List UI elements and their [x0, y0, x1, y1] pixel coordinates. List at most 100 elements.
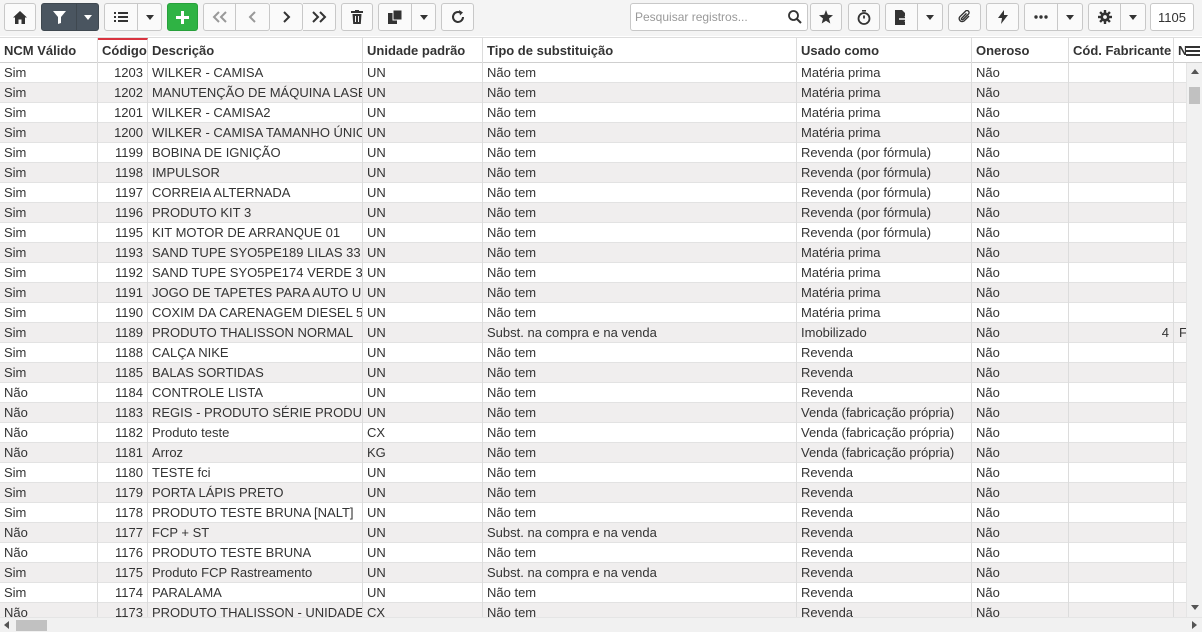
table-row[interactable]: Sim 1193 SAND TUPE SYO5PE189 LILAS 33 UN…: [0, 243, 1186, 263]
table-row[interactable]: Não 1184 CONTROLE LISTA UN Não tem Reven…: [0, 383, 1186, 403]
cell-unidade-padrao: KG: [363, 443, 483, 463]
first-page-icon: [212, 11, 227, 23]
table-row[interactable]: Sim 1189 PRODUTO THALISSON NORMAL UN Sub…: [0, 323, 1186, 343]
cell-codigo: 1182: [98, 423, 148, 443]
column-header-codigo[interactable]: Código: [98, 38, 148, 63]
table-row[interactable]: Sim 1178 PRODUTO TESTE BRUNA [NALT] UN N…: [0, 503, 1186, 523]
table-row[interactable]: Sim 1202 MANUTENÇÃO DE MÁQUINA LASER UN …: [0, 83, 1186, 103]
column-header-descricao[interactable]: Descrição: [148, 38, 363, 63]
column-header-usado-como[interactable]: Usado como: [797, 38, 972, 63]
list-view-dropdown-button[interactable]: [138, 3, 162, 31]
cell-oneroso: Não: [972, 403, 1069, 423]
cell-descricao: REGIS - PRODUTO SÉRIE PRODUTO: [148, 403, 363, 423]
table-row[interactable]: Não 1181 Arroz KG Não tem Venda (fabrica…: [0, 443, 1186, 463]
table-row[interactable]: Sim 1179 PORTA LÁPIS PRETO UN Não tem Re…: [0, 483, 1186, 503]
cell-descricao: FCP + ST: [148, 523, 363, 543]
table-row[interactable]: Não 1182 Produto teste CX Não tem Venda …: [0, 423, 1186, 443]
more-options-dropdown-button[interactable]: [1058, 3, 1083, 31]
table-row[interactable]: Sim 1201 WILKER - CAMISA2 UN Não tem Mat…: [0, 103, 1186, 123]
refresh-button[interactable]: [441, 3, 474, 31]
cell-ncm-valido: Sim: [0, 83, 98, 103]
attachment-button[interactable]: [948, 3, 981, 31]
delete-button[interactable]: [341, 3, 373, 31]
add-record-button[interactable]: [167, 3, 198, 31]
scroll-down-icon[interactable]: [1191, 605, 1199, 610]
next-page-button[interactable]: [270, 3, 303, 31]
cell-oneroso: Não: [972, 443, 1069, 463]
table-row[interactable]: Sim 1190 COXIM DA CARENAGEM DIESEL 5 UN …: [0, 303, 1186, 323]
table-row[interactable]: Sim 1192 SAND TUPE SYO5PE174 VERDE 33 UN…: [0, 263, 1186, 283]
table-row[interactable]: Sim 1180 TESTE fci UN Não tem Revenda Nã…: [0, 463, 1186, 483]
cell-cod-fabricante: 4: [1069, 323, 1174, 343]
cell-next: [1174, 283, 1186, 303]
table-row[interactable]: Sim 1174 PARALAMA UN Não tem Revenda Não: [0, 583, 1186, 603]
cell-unidade-padrao: UN: [363, 243, 483, 263]
table-row[interactable]: Sim 1195 KIT MOTOR DE ARRANQUE 01 UN Não…: [0, 223, 1186, 243]
table-row[interactable]: Sim 1196 PRODUTO KIT 3 UN Não tem Revend…: [0, 203, 1186, 223]
filter-dropdown-button[interactable]: [77, 3, 99, 31]
columns-menu-icon[interactable]: [1186, 45, 1200, 57]
table-row[interactable]: Sim 1191 JOGO DE TAPETES PARA AUTO UN UN…: [0, 283, 1186, 303]
previous-page-button[interactable]: [236, 3, 270, 31]
cell-tipo-substituicao: Não tem: [483, 463, 797, 483]
cell-codigo: 1198: [98, 163, 148, 183]
horizontal-scroll-thumb[interactable]: [16, 620, 47, 631]
cell-codigo: 1190: [98, 303, 148, 323]
cell-cod-fabricante: [1069, 363, 1174, 383]
settings-button[interactable]: [1088, 3, 1121, 31]
table-row[interactable]: Sim 1203 WILKER - CAMISA UN Não tem Maté…: [0, 63, 1186, 83]
table-row[interactable]: Sim 1188 CALÇA NIKE UN Não tem Revenda N…: [0, 343, 1186, 363]
quick-actions-button[interactable]: [986, 3, 1019, 31]
column-header-ncm-valido[interactable]: NCM Válido: [0, 38, 98, 63]
vertical-scroll-thumb[interactable]: [1189, 87, 1200, 104]
cell-descricao: CONTROLE LISTA: [148, 383, 363, 403]
table-row[interactable]: Não 1177 FCP + ST UN Subst. na compra e …: [0, 523, 1186, 543]
last-page-button[interactable]: [303, 3, 336, 31]
cell-unidade-padrao: UN: [363, 583, 483, 603]
cell-cod-fabricante: [1069, 503, 1174, 523]
table-row[interactable]: Não 1173 PRODUTO THALISSON - UNIDADE CX …: [0, 603, 1186, 617]
scroll-up-icon[interactable]: [1191, 69, 1199, 74]
cell-unidade-padrao: UN: [363, 223, 483, 243]
first-page-button[interactable]: [203, 3, 236, 31]
scroll-right-icon[interactable]: [1192, 621, 1197, 629]
table-row[interactable]: Sim 1199 BOBINA DE IGNIÇÃO UN Não tem Re…: [0, 143, 1186, 163]
table-row[interactable]: Sim 1198 IMPULSOR UN Não tem Revenda (po…: [0, 163, 1186, 183]
list-view-button[interactable]: [104, 3, 138, 31]
column-header-cod-fabricante[interactable]: Cód. Fabricante: [1069, 38, 1174, 63]
scroll-left-icon[interactable]: [4, 621, 9, 629]
column-header-tipo-substituicao[interactable]: Tipo de substituição: [483, 38, 797, 63]
more-options-button[interactable]: [1024, 3, 1058, 31]
cell-unidade-padrao: UN: [363, 143, 483, 163]
table-row[interactable]: Sim 1185 BALAS SORTIDAS UN Não tem Reven…: [0, 363, 1186, 383]
cell-cod-fabricante: [1069, 343, 1174, 363]
column-header-unidade-padrao[interactable]: Unidade padrão: [363, 38, 483, 63]
copy-button[interactable]: [378, 3, 412, 31]
table-row[interactable]: Não 1183 REGIS - PRODUTO SÉRIE PRODUTO U…: [0, 403, 1186, 423]
vertical-scrollbar[interactable]: [1186, 63, 1202, 617]
settings-dropdown-button[interactable]: [1121, 3, 1146, 31]
cell-tipo-substituicao: Não tem: [483, 283, 797, 303]
cell-unidade-padrao: UN: [363, 343, 483, 363]
horizontal-scrollbar[interactable]: [0, 617, 1202, 632]
filter-button[interactable]: [41, 3, 77, 31]
favorite-button[interactable]: [810, 3, 842, 31]
column-header-oneroso[interactable]: Oneroso: [972, 38, 1069, 63]
export-button[interactable]: [885, 3, 918, 31]
home-button[interactable]: [4, 3, 36, 31]
search-input[interactable]: [631, 4, 781, 30]
timer-button[interactable]: [848, 3, 880, 31]
export-dropdown-button[interactable]: [918, 3, 943, 31]
cell-descricao: WILKER - CAMISA: [148, 63, 363, 83]
cell-usado-como: Revenda: [797, 363, 972, 383]
table-row[interactable]: Sim 1175 Produto FCP Rastreamento UN Sub…: [0, 563, 1186, 583]
copy-dropdown-button[interactable]: [412, 3, 436, 31]
column-header-next[interactable]: N: [1174, 38, 1186, 63]
table-row[interactable]: Sim 1200 WILKER - CAMISA TAMANHO ÚNICO U…: [0, 123, 1186, 143]
table-row[interactable]: Não 1176 PRODUTO TESTE BRUNA UN Não tem …: [0, 543, 1186, 563]
search-icon[interactable]: [788, 10, 802, 24]
table-row[interactable]: Sim 1197 CORREIA ALTERNADA UN Não tem Re…: [0, 183, 1186, 203]
cell-oneroso: Não: [972, 523, 1069, 543]
cell-unidade-padrao: UN: [363, 523, 483, 543]
cell-usado-como: Matéria prima: [797, 123, 972, 143]
